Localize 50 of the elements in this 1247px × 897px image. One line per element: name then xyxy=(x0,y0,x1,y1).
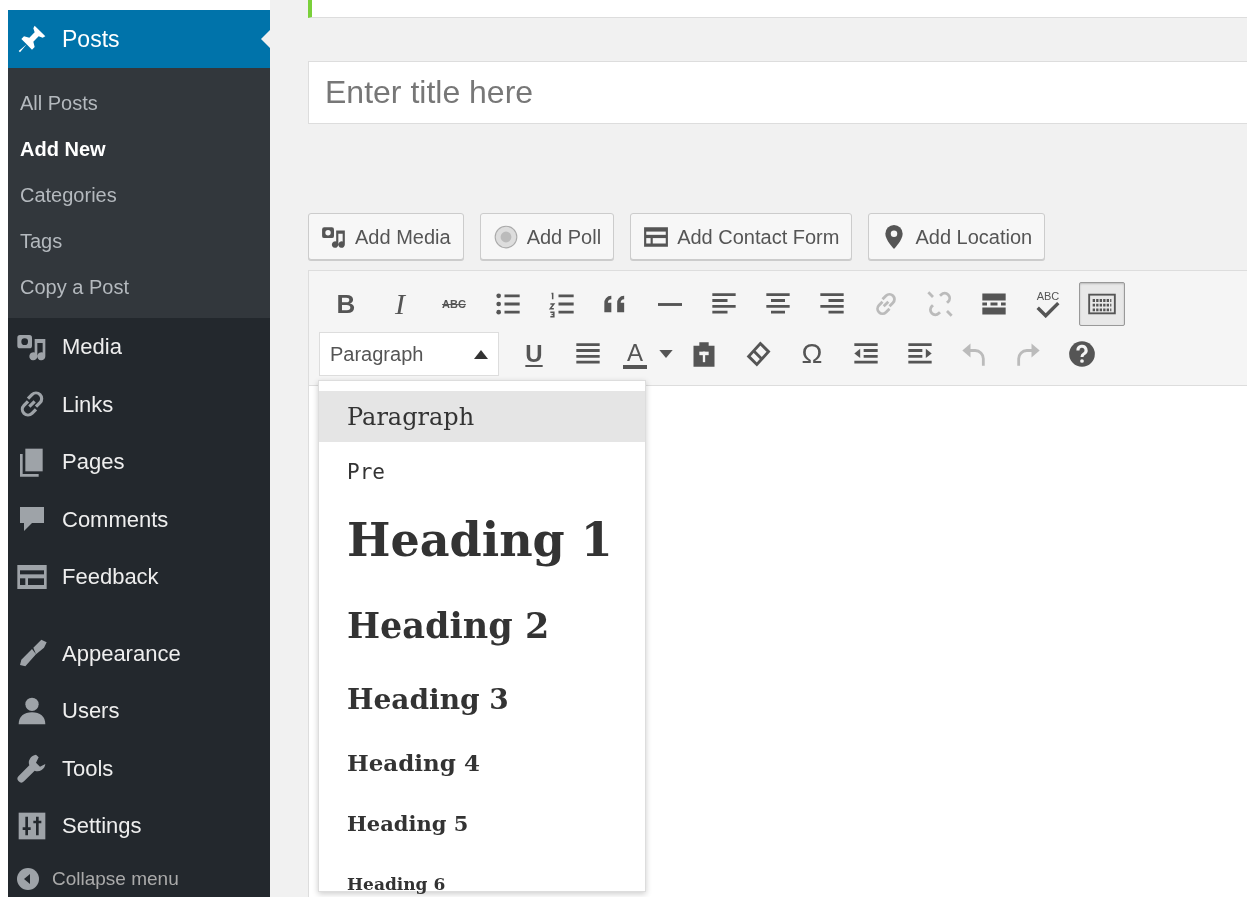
submenu-item[interactable]: Copy a Post xyxy=(8,264,270,310)
wrench-icon xyxy=(16,752,48,785)
menu-label[interactable]: Users xyxy=(62,694,120,728)
menu-label[interactable]: Tools xyxy=(62,751,114,785)
italic-button[interactable]: I xyxy=(373,282,427,326)
submenu-item[interactable]: Categories xyxy=(8,172,270,218)
submenu-item[interactable]: Tags xyxy=(8,218,270,264)
media-toolbar-button[interactable]: Add Media xyxy=(308,213,464,260)
format-option[interactable]: Heading 6 xyxy=(319,856,645,897)
media-toolbar-button[interactable]: Add Location xyxy=(868,213,1046,260)
underline-button[interactable]: U xyxy=(507,332,561,376)
pin-icon xyxy=(16,23,48,55)
checkmark-icon xyxy=(1034,301,1062,318)
help-icon xyxy=(1068,340,1096,368)
format-option[interactable]: Heading 3 xyxy=(319,674,645,726)
format-option[interactable]: Paragraph xyxy=(319,391,645,442)
submenu-item[interactable]: All Posts xyxy=(8,80,270,126)
menu-label[interactable]: Appearance xyxy=(62,636,181,670)
spellcheck-button[interactable]: ABC xyxy=(1021,282,1075,326)
broken-link-icon xyxy=(926,290,954,318)
title-field[interactable]: Enter title here xyxy=(308,61,1247,124)
menu-label[interactable]: Comments xyxy=(62,502,169,536)
menu-label[interactable]: Links xyxy=(62,387,114,421)
bold-button[interactable]: B xyxy=(319,282,373,326)
menu-label[interactable]: Settings xyxy=(62,809,142,843)
strikethrough-button[interactable]: ABC xyxy=(427,282,481,326)
text-color-button[interactable]: A xyxy=(615,332,655,376)
collapse-icon xyxy=(16,867,40,891)
format-option[interactable]: Heading 1 xyxy=(319,504,645,578)
menu-label[interactable]: Media xyxy=(62,330,122,364)
poll-icon xyxy=(492,223,519,250)
format-option[interactable]: Heading 4 xyxy=(319,734,645,792)
submenu-item[interactable]: Add New xyxy=(8,126,270,172)
eraser-icon xyxy=(744,340,772,368)
numbered-list-icon xyxy=(548,290,576,318)
menu-label[interactable]: Feedback xyxy=(62,560,159,594)
collapse-menu-link[interactable]: Collapse menu xyxy=(52,864,179,894)
format-value: Paragraph xyxy=(330,342,424,367)
special-character-button[interactable]: Ω xyxy=(785,332,839,376)
menu-label[interactable]: Posts xyxy=(62,21,120,57)
keyboard-button[interactable] xyxy=(1079,282,1125,326)
format-dropdown[interactable]: Paragraph xyxy=(319,332,499,376)
caret-icon xyxy=(659,350,673,358)
media-toolbar-button[interactable]: Add Contact Form xyxy=(630,213,853,260)
media-toolbar-button[interactable]: Add Poll xyxy=(479,213,615,260)
format-option[interactable]: Heading 2 xyxy=(319,586,645,666)
format-option[interactable]: Pre xyxy=(319,442,645,504)
menu-label[interactable]: Pages xyxy=(62,445,125,479)
format-option[interactable]: Heading 5 xyxy=(319,800,645,848)
horizontal-line-icon xyxy=(658,302,682,306)
